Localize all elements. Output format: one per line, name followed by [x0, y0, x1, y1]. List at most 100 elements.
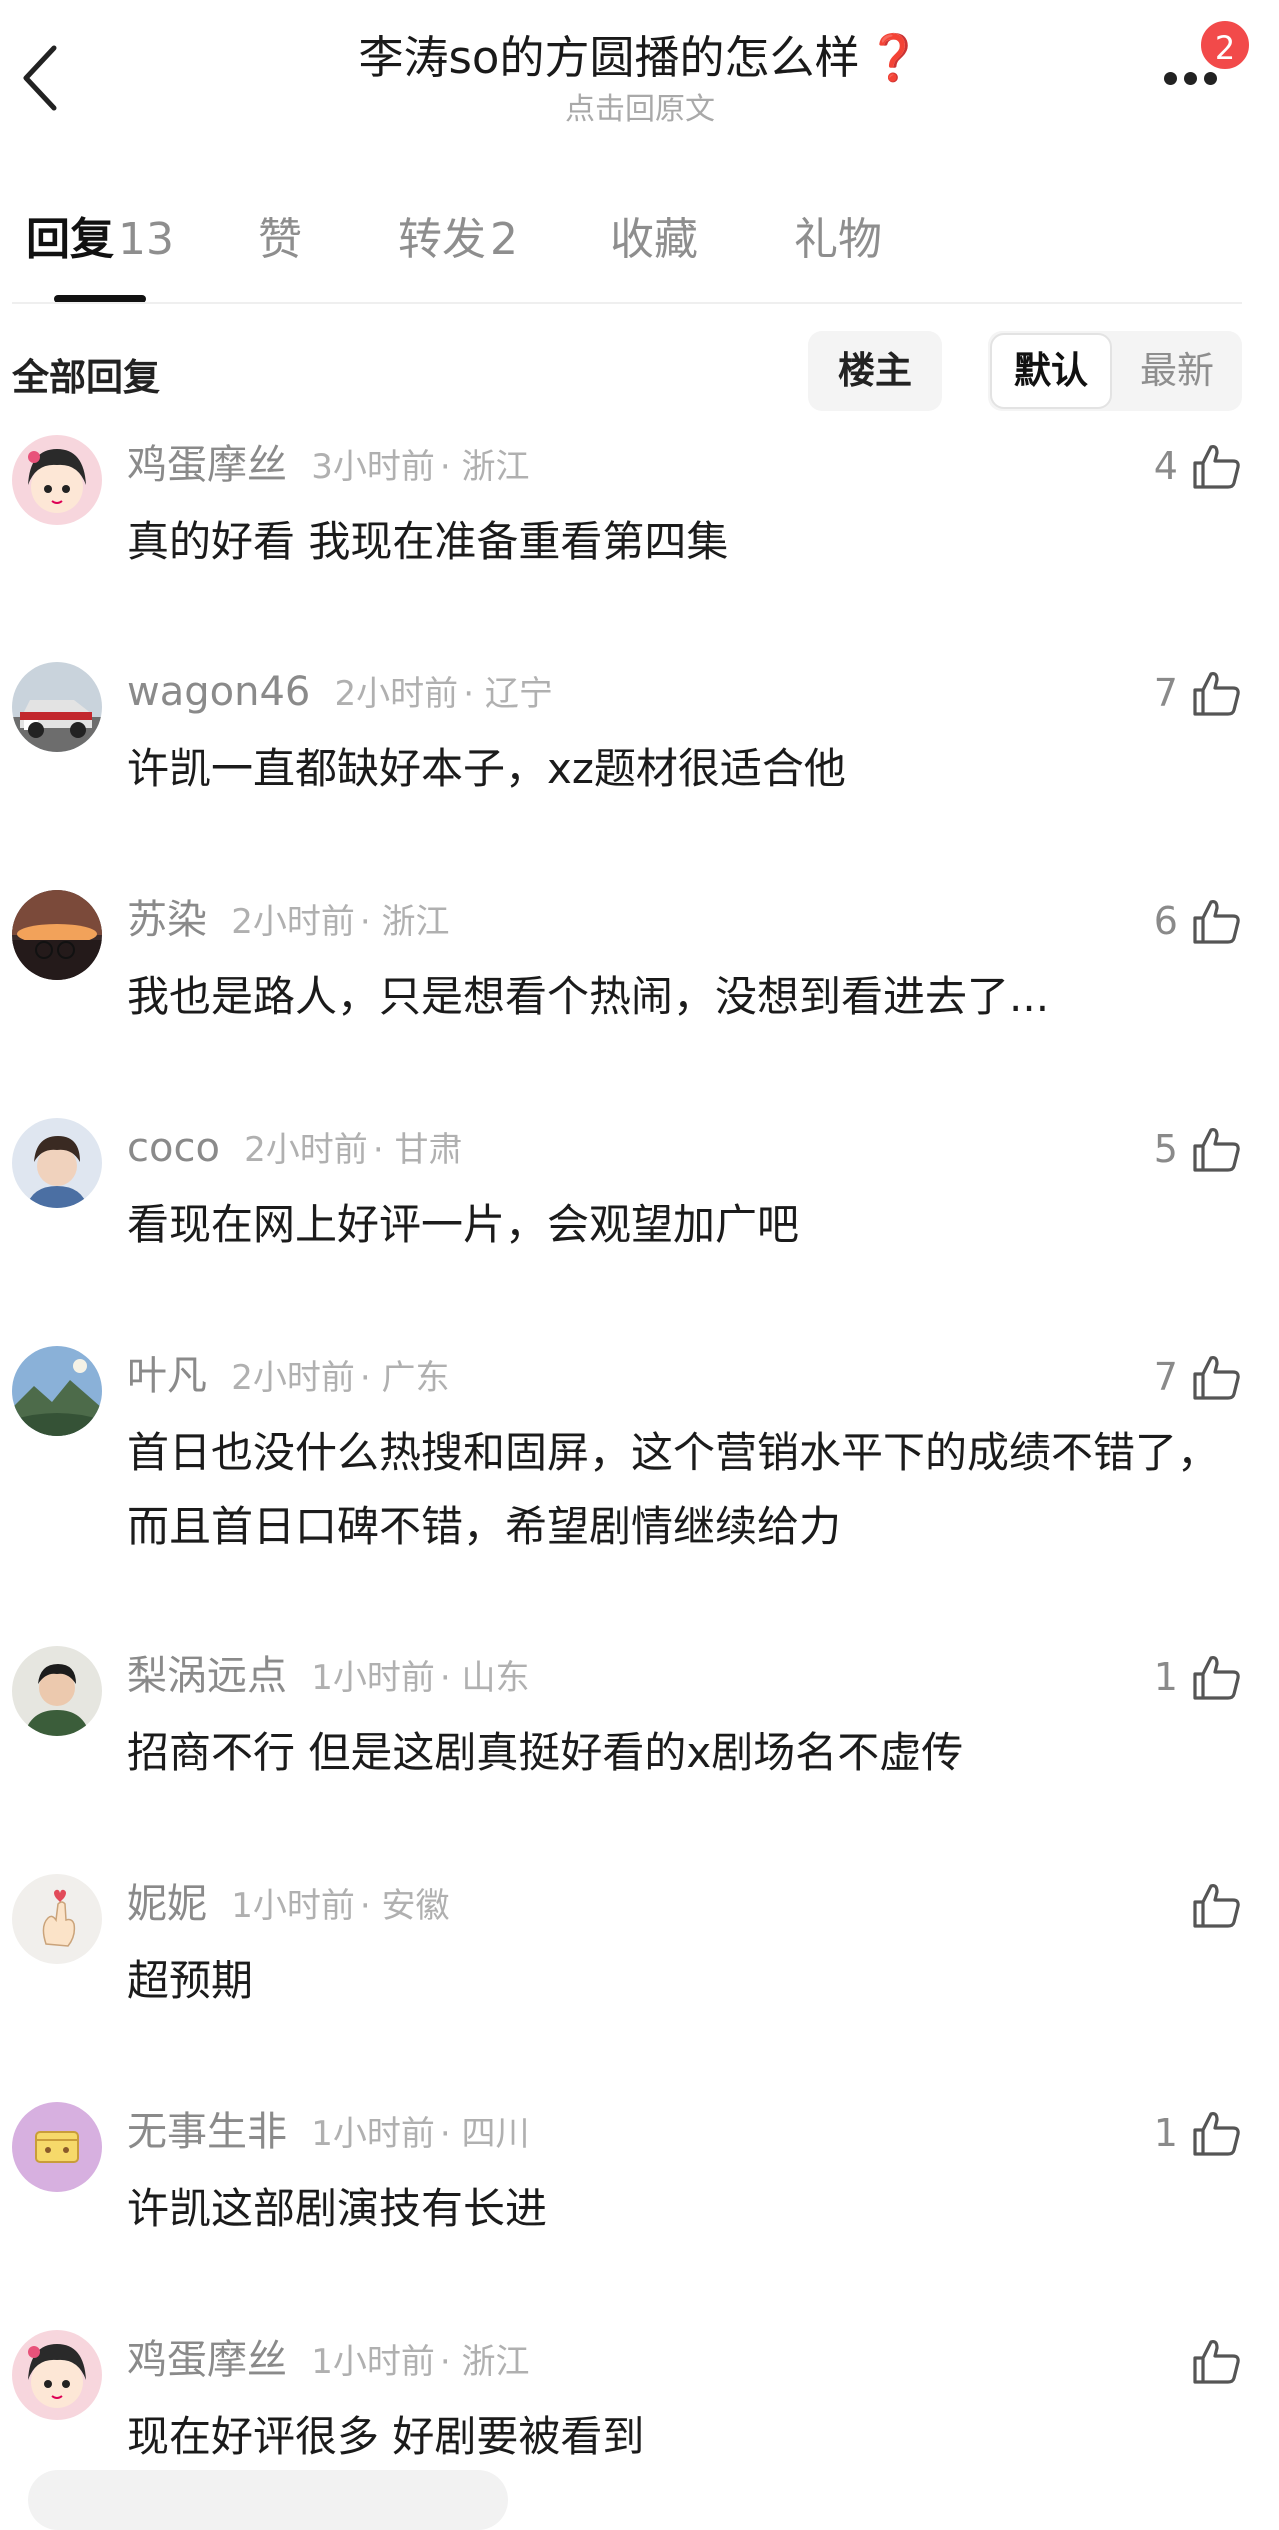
comment-text: 招商不行 但是这剧真挺好看的x剧场名不虚传 [127, 1728, 964, 1777]
tab-reposts[interactable]: 转发2 [398, 210, 518, 270]
like-button[interactable] [1178, 1878, 1243, 1938]
comment-time: 3小时前 [311, 447, 435, 487]
comment-text: 首日也没什么热搜和固屏，这个营销水平下的成绩不错了，而且首日口碑不错，希望剧情继… [127, 1428, 1220, 1551]
sort-toggle: 默认 最新 [988, 331, 1242, 411]
username[interactable]: wagon46 [127, 669, 310, 715]
question-mark-icon: ❓ [865, 31, 922, 84]
username[interactable]: 妮妮 [127, 1881, 207, 1927]
comment-time: 2小时前 [244, 1130, 368, 1170]
thumbs-up-icon [1193, 2112, 1240, 2156]
dot-separator: · [359, 1358, 382, 1398]
username[interactable]: 苏染 [127, 897, 207, 943]
like-count: 5 [1153, 1127, 1178, 1171]
thumbs-up-icon [1193, 445, 1240, 489]
username[interactable]: 梨涡远点 [127, 1653, 287, 1699]
comment-text: 真的好看 我现在准备重看第四集 [127, 517, 729, 566]
comment-location: 山东 [461, 1658, 530, 1698]
comment-time: 2小时前 [334, 674, 459, 714]
tab-label: 赞 [258, 214, 302, 265]
like-button[interactable]: 4 [1154, 439, 1243, 499]
owner-only-button[interactable]: 楼主 [808, 331, 942, 411]
more-dot-icon [1164, 72, 1177, 85]
tab-label: 转发 [398, 214, 486, 265]
avatar[interactable] [12, 662, 102, 752]
post-title-block[interactable]: 李涛so的方圆播的怎么样 ❓ 点击回原文 [200, 26, 1080, 130]
tab-replies[interactable]: 回复13 [26, 210, 174, 270]
avatar[interactable] [12, 890, 102, 980]
comment-text: 现在好评很多 好剧要被看到 [127, 2412, 645, 2461]
reply-input-bar[interactable] [28, 2470, 508, 2530]
comment-meta: 梨涡远点 1小时前 · 山东 [127, 1650, 530, 1710]
comment-time: 1小时前 [311, 2114, 435, 2154]
comment-meta: 苏染 2小时前 · 浙江 [127, 894, 450, 954]
like-count: 1 [1153, 1655, 1178, 1699]
like-button[interactable]: 7 [1154, 666, 1243, 726]
comment-time: 1小时前 [311, 2342, 435, 2382]
dot-separator: · [439, 2114, 462, 2154]
notification-badge: 2 [1198, 18, 1252, 72]
like-button[interactable]: 5 [1154, 1122, 1243, 1182]
comment-time: 1小时前 [311, 1658, 435, 1698]
comment-meta: 妮妮 1小时前 · 安徽 [127, 1878, 450, 1938]
like-count: 1 [1153, 2111, 1178, 2155]
like-count: 7 [1153, 671, 1178, 715]
tab-gifts[interactable]: 礼物 [794, 210, 882, 270]
like-button[interactable]: 6 [1154, 894, 1243, 954]
thumbs-up-icon [1193, 1128, 1240, 1172]
tab-likes[interactable]: 赞 [258, 210, 302, 270]
username[interactable]: 鸡蛋摩丝 [127, 2337, 287, 2383]
comment-text: 超预期 [127, 1956, 254, 2005]
avatar[interactable] [12, 2102, 102, 2192]
username[interactable]: 鸡蛋摩丝 [127, 442, 287, 488]
avatar[interactable] [12, 1118, 102, 1208]
portrait-avatar-icon [12, 1118, 102, 1208]
sort-newest-button[interactable]: 最新 [1116, 333, 1238, 409]
comment-location: 浙江 [381, 902, 450, 942]
tab-favorites[interactable]: 收藏 [610, 210, 698, 270]
username[interactable]: 叶凡 [127, 1353, 207, 1399]
post-title-text: 李涛so的方圆播的怎么样 [358, 31, 860, 84]
tab-label: 收藏 [610, 214, 698, 265]
like-button[interactable]: 1 [1154, 1650, 1243, 1710]
dot-separator: · [439, 2342, 462, 2382]
comment-time: 2小时前 [231, 1358, 355, 1398]
avatar[interactable] [12, 1346, 102, 1436]
like-count: 7 [1153, 1355, 1178, 1399]
username[interactable]: coco [127, 1125, 220, 1171]
comment-text: 许凯这部剧演技有长进 [127, 2184, 548, 2233]
avatar[interactable] [12, 1646, 102, 1736]
comment-location: 浙江 [461, 2342, 530, 2382]
filter-row: 全部回复 楼主 默认 最新 [0, 325, 1279, 420]
hand-heart-avatar-icon [12, 1874, 102, 1964]
tab-label: 回复 [26, 214, 114, 265]
top-bar: 李涛so的方圆播的怎么样 ❓ 点击回原文 2 [0, 0, 1279, 140]
comment-location: 安徽 [381, 1886, 450, 1926]
divider [12, 302, 1242, 304]
avatar[interactable] [12, 2330, 102, 2420]
chevron-left-icon [23, 45, 57, 111]
cartoon-girl-avatar-icon [12, 435, 102, 525]
tab-count: 2 [490, 214, 518, 265]
thumbs-up-icon [1193, 672, 1240, 716]
dot-separator: · [439, 1658, 462, 1698]
dot-separator: · [359, 902, 382, 942]
back-button[interactable] [18, 38, 66, 118]
dot-separator: · [359, 1886, 382, 1926]
thumbs-up-icon [1193, 1884, 1240, 1928]
more-dot-icon [1204, 72, 1217, 85]
username[interactable]: 无事生非 [127, 2109, 287, 2155]
avatar[interactable] [12, 1874, 102, 1964]
post-title[interactable]: 李涛so的方圆播的怎么样 ❓ [200, 26, 1080, 90]
cartoon-girl-avatar-icon [12, 2330, 102, 2420]
comment-text: 许凯一直都缺好本子，xz题材很适合他 [127, 744, 846, 793]
back-to-original-link[interactable]: 点击回原文 [200, 90, 1080, 130]
avatar[interactable] [12, 435, 102, 525]
tab-bar: 回复13 赞 转发2 收藏 礼物 [0, 200, 1279, 303]
comment-text: 我也是路人，只是想看个热闹，没想到看进去了... [127, 972, 1050, 1021]
comment-meta: 鸡蛋摩丝 1小时前 · 浙江 [127, 2334, 530, 2394]
like-button[interactable]: 7 [1154, 1350, 1243, 1410]
like-button[interactable] [1178, 2334, 1243, 2394]
sort-default-button[interactable]: 默认 [990, 333, 1112, 409]
comment-time: 2小时前 [231, 902, 355, 942]
like-button[interactable]: 1 [1154, 2106, 1243, 2166]
